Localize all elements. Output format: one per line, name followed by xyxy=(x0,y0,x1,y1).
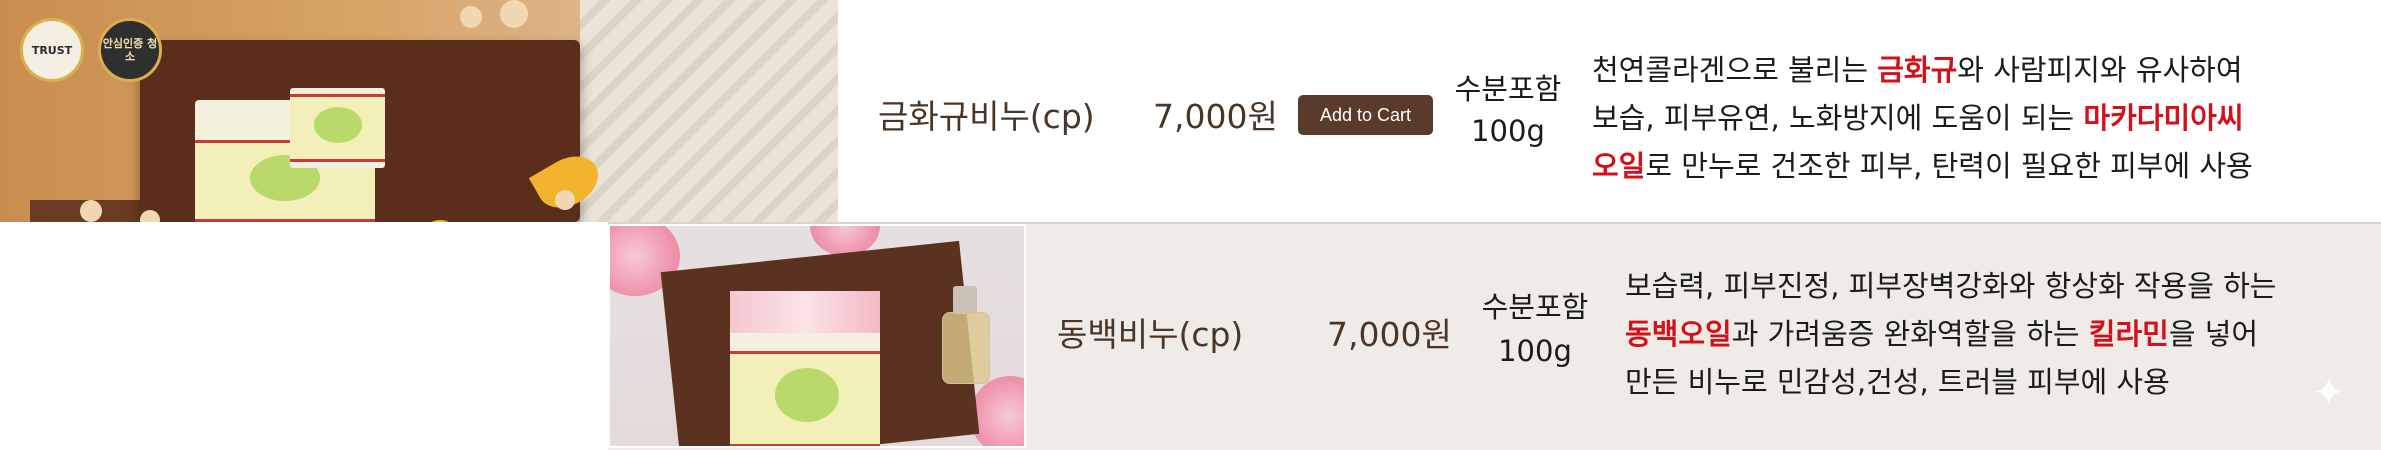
product-name: 동백비누(cp) xyxy=(1057,315,1244,354)
description-line: 만든 비누로 민감성,건성, 트러블 피부에 사용 xyxy=(1625,365,2170,399)
weight-label: 100g xyxy=(1471,114,1545,148)
certification-badge-icon: 안심인증 청소 xyxy=(98,18,162,82)
highlight-ingredient: 킬라민 xyxy=(2088,317,2169,351)
description-line: 천연콜라겐으로 불리는 금화규와 사람피지와 유사하여 xyxy=(1592,53,2243,87)
sparkle-icon: ✦ xyxy=(2312,370,2346,416)
add-to-cart-button[interactable]: Add to Cart xyxy=(1298,95,1433,135)
product-price: 7,000원 xyxy=(1153,97,1278,136)
product-image-dongbaek[interactable] xyxy=(608,224,1026,448)
product-image-geumhwagyu[interactable]: TRUST 안심인증 청소 xyxy=(0,0,838,222)
product-description: 천연콜라겐으로 불리는 금화규와 사람피지와 유사하여 보습, 피부유연, 노화… xyxy=(1592,46,2372,190)
highlight-ingredient: 오일 xyxy=(1592,149,1646,183)
highlight-ingredient: 마카다미아씨 xyxy=(2083,101,2244,135)
description-line: 오일로 만누로 건조한 피부, 탄력이 필요한 피부에 사용 xyxy=(1592,149,2253,183)
soap-bar-small xyxy=(290,88,385,168)
linen-cloth xyxy=(580,0,838,222)
product-size: 수분포함 100g xyxy=(1470,285,1600,373)
moisture-label: 수분포함 xyxy=(1481,290,1589,324)
product-description: 보습력, 피부진정, 피부장벽강화와 항상화 작용을 하는 동백오일과 가려움증… xyxy=(1625,262,2375,406)
weight-label: 100g xyxy=(1498,334,1572,368)
moisture-label: 수분포함 xyxy=(1454,72,1562,106)
description-line: 보습, 피부유연, 노화방지에 도움이 되는 마카다미아씨 xyxy=(1592,101,2244,135)
soap-bar xyxy=(730,291,880,446)
product-size: 수분포함 100g xyxy=(1448,68,1568,152)
highlight-ingredient: 동백오일 xyxy=(1625,317,1732,351)
trust-badge-icon: TRUST xyxy=(20,18,84,82)
description-line: 보습력, 피부진정, 피부장벽강화와 항상화 작용을 하는 xyxy=(1625,269,2277,303)
product-price: 7,000원 xyxy=(1327,315,1452,354)
highlight-ingredient: 금화규 xyxy=(1877,53,1958,87)
oil-bottle xyxy=(942,286,990,384)
product-name: 금화규비누(cp) xyxy=(878,97,1095,136)
description-line: 동백오일과 가려움증 완화역할을 하는 킬라민을 넣어 xyxy=(1625,317,2259,351)
